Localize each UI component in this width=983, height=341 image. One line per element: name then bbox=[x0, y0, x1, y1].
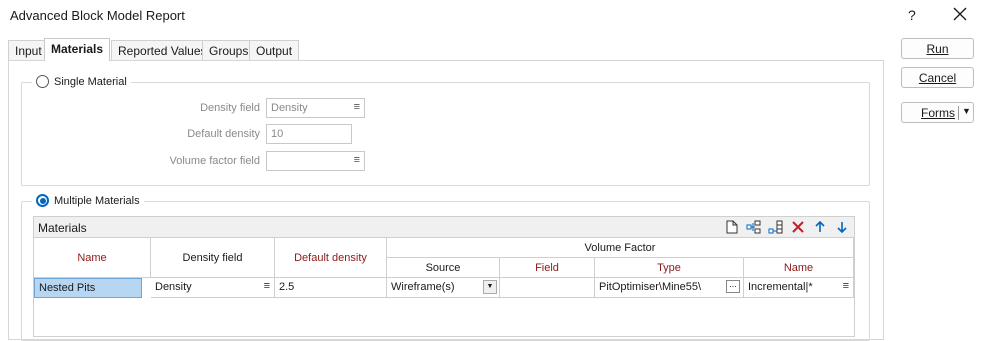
column-header-density-field[interactable]: Density field bbox=[151, 238, 275, 278]
materials-toolbar bbox=[724, 219, 850, 235]
cancel-button-label: Cancel bbox=[918, 71, 957, 85]
multiple-materials-radio[interactable] bbox=[36, 194, 49, 207]
cell-type-value: PitOptimiser\Mine55\ bbox=[599, 281, 702, 293]
cell-name[interactable]: Nested Pits bbox=[34, 278, 142, 298]
default-density-input[interactable]: 10 bbox=[266, 124, 352, 144]
list-icon[interactable]: ≡ bbox=[354, 154, 360, 166]
column-header-type[interactable]: Type bbox=[595, 258, 744, 278]
column-header-vf-name[interactable]: Name bbox=[744, 258, 854, 278]
cell-vf-name-value: Incremental|* bbox=[748, 281, 813, 293]
list-icon[interactable]: ≡ bbox=[354, 101, 360, 113]
single-material-group bbox=[21, 82, 870, 186]
window-title: Advanced Block Model Report bbox=[10, 8, 185, 23]
column-header-source[interactable]: Source bbox=[387, 258, 500, 278]
delete-icon[interactable] bbox=[790, 219, 806, 235]
multiple-materials-option[interactable]: Multiple Materials bbox=[32, 194, 144, 207]
help-button[interactable]: ? bbox=[908, 7, 916, 23]
tab-input[interactable]: Input bbox=[8, 40, 49, 60]
column-header-volume-factor: Volume Factor bbox=[387, 238, 854, 258]
list-icon[interactable]: ≡ bbox=[843, 280, 849, 292]
cell-density-field[interactable]: Density ≡ bbox=[151, 278, 275, 298]
title-bar: Advanced Block Model Report ? bbox=[0, 0, 983, 32]
cancel-button[interactable]: Cancel bbox=[901, 67, 974, 88]
multiple-materials-label: Multiple Materials bbox=[54, 194, 140, 207]
materials-grid: Name Density field Default density Volum… bbox=[33, 237, 855, 337]
materials-table-header: Materials bbox=[33, 216, 855, 238]
cell-field[interactable] bbox=[500, 278, 595, 298]
density-field-input[interactable]: Density ≡ bbox=[266, 98, 365, 118]
single-material-label: Single Material bbox=[54, 75, 127, 88]
forms-button[interactable]: Forms ▼ bbox=[901, 102, 974, 123]
cell-vf-name[interactable]: Incremental|* ≡ bbox=[744, 278, 854, 298]
add-rows-icon[interactable] bbox=[768, 219, 784, 235]
single-material-option[interactable]: Single Material bbox=[32, 75, 131, 88]
density-field-label: Density field bbox=[200, 102, 260, 114]
tab-materials[interactable]: Materials bbox=[44, 38, 111, 61]
cell-default-density[interactable]: 2.5 bbox=[275, 278, 387, 298]
volume-factor-field-label: Volume factor field bbox=[169, 155, 261, 167]
move-down-icon[interactable] bbox=[834, 219, 850, 235]
move-up-icon[interactable] bbox=[812, 219, 828, 235]
cell-source[interactable]: Wireframe(s) ▼ bbox=[387, 278, 500, 298]
close-icon[interactable] bbox=[950, 4, 970, 26]
column-header-field[interactable]: Field bbox=[500, 258, 595, 278]
materials-table-title: Materials bbox=[38, 221, 87, 235]
tab-output[interactable]: Output bbox=[249, 40, 300, 60]
single-material-radio[interactable] bbox=[36, 75, 49, 88]
volume-factor-field-input[interactable]: ≡ bbox=[266, 151, 365, 171]
split-divider bbox=[958, 106, 959, 120]
default-density-label: Default density bbox=[187, 128, 260, 140]
cell-density-field-value: Density bbox=[155, 281, 192, 293]
column-header-name[interactable]: Name bbox=[34, 238, 151, 278]
cell-type[interactable]: PitOptimiser\Mine55\ ... bbox=[595, 278, 744, 298]
chevron-down-icon[interactable]: ▼ bbox=[483, 280, 497, 294]
run-button[interactable]: Run bbox=[901, 38, 974, 59]
default-density-value: 10 bbox=[271, 128, 284, 140]
browse-icon[interactable]: ... bbox=[726, 280, 740, 293]
run-button-label: Run bbox=[926, 42, 949, 56]
new-file-icon[interactable] bbox=[724, 219, 740, 235]
cell-source-value: Wireframe(s) bbox=[391, 281, 455, 293]
list-icon[interactable]: ≡ bbox=[264, 280, 270, 292]
density-field-value: Density bbox=[271, 102, 308, 114]
tab-reported-values[interactable]: Reported Values bbox=[111, 40, 214, 60]
chevron-down-icon[interactable]: ▼ bbox=[962, 106, 971, 116]
tab-groups[interactable]: Groups bbox=[202, 40, 256, 60]
insert-rows-icon[interactable] bbox=[746, 219, 762, 235]
forms-button-label: Forms bbox=[921, 106, 955, 120]
column-header-default-density[interactable]: Default density bbox=[275, 238, 387, 278]
